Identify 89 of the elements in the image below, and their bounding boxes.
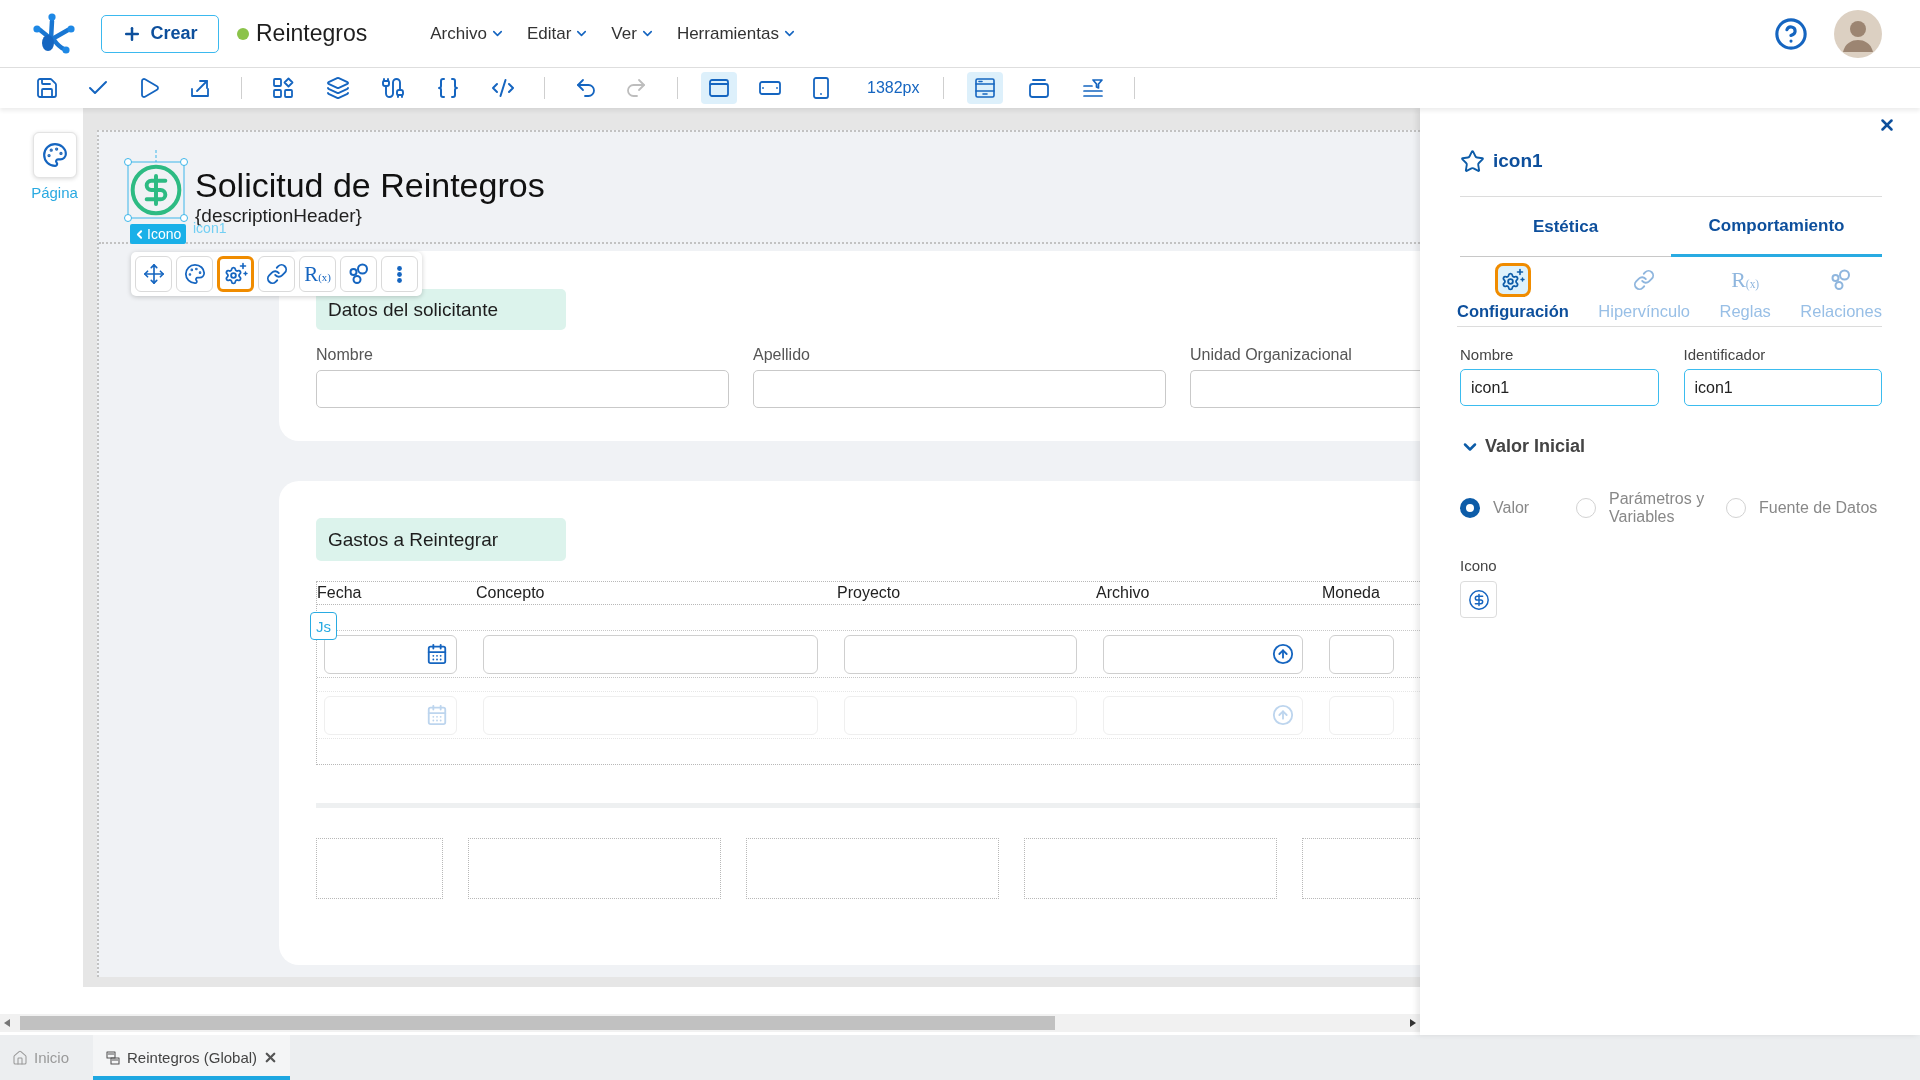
section-title: Datos del solicitante xyxy=(316,289,566,330)
document-tab[interactable]: Reintegros (Global) xyxy=(93,1035,291,1080)
scroll-right-icon[interactable] xyxy=(1410,1019,1416,1027)
selection-frame xyxy=(124,150,188,222)
layout-panel-button[interactable] xyxy=(966,72,1003,104)
radio-label: Valor xyxy=(1493,499,1530,517)
column-header: Archivo xyxy=(1096,584,1151,602)
input-field[interactable] xyxy=(753,370,1166,408)
menu-button[interactable]: Editar xyxy=(526,23,590,44)
field-label: Icono xyxy=(1460,557,1498,575)
field-label: Nombre xyxy=(316,346,374,364)
input-field[interactable] xyxy=(844,634,1077,674)
radio-button[interactable] xyxy=(1460,498,1480,518)
field-label: Identificador xyxy=(1683,346,1767,364)
more-icon xyxy=(397,265,402,283)
redo-icon xyxy=(624,76,648,100)
icon-picker[interactable] xyxy=(1460,581,1497,618)
input-field[interactable] xyxy=(483,634,818,674)
panel-tab[interactable]: Estética xyxy=(1460,197,1671,257)
braces-icon xyxy=(436,76,460,100)
field-label: Nombre xyxy=(1460,346,1515,364)
link-icon xyxy=(265,263,288,285)
palette-icon xyxy=(183,263,206,285)
text-input[interactable]: icon1 xyxy=(1460,369,1659,406)
cable-icon xyxy=(381,76,405,100)
close-button[interactable] xyxy=(1878,116,1896,134)
menu-button[interactable]: Herramientas xyxy=(676,23,797,44)
form-title: Solicitud de Reintegros xyxy=(195,165,545,205)
help-button[interactable] xyxy=(1774,16,1808,51)
input-field[interactable] xyxy=(1329,634,1394,674)
field-label: Apellido xyxy=(753,346,811,364)
more-button[interactable] xyxy=(381,256,418,292)
link-button[interactable] xyxy=(258,256,295,292)
scroll-left-icon[interactable] xyxy=(4,1019,10,1027)
home-icon xyxy=(12,1049,28,1066)
window-icon xyxy=(1026,76,1051,100)
avatar-icon[interactable] xyxy=(1834,9,1882,58)
date-field[interactable] xyxy=(324,634,457,674)
canvas-width-label: 1382px xyxy=(867,79,920,97)
field-label: Unidad Organizacional xyxy=(1190,346,1353,364)
column-header: Moneda xyxy=(1322,584,1381,602)
star-icon xyxy=(1460,148,1485,174)
calendar-icon xyxy=(426,704,448,726)
layers-icon xyxy=(326,76,350,100)
text-input[interactable]: icon1 xyxy=(1683,369,1882,406)
code-icon xyxy=(491,76,515,100)
upload-icon xyxy=(1272,704,1294,726)
monitor-icon xyxy=(707,76,731,100)
scrollbar-thumb[interactable] xyxy=(20,1016,1055,1030)
column-header: Proyecto xyxy=(837,584,902,602)
column-header: Fecha xyxy=(317,584,363,602)
file-field[interactable] xyxy=(1103,634,1303,674)
menu-button[interactable]: Ver xyxy=(611,23,655,44)
close-icon xyxy=(1878,116,1896,134)
column-header: Concepto xyxy=(476,584,546,602)
funnel-lines-icon xyxy=(1080,76,1105,100)
status-dot-icon xyxy=(237,27,249,40)
logo-icon[interactable] xyxy=(31,11,77,56)
help-icon xyxy=(1774,16,1808,51)
section-toggle[interactable]: Valor Inicial xyxy=(1460,436,1586,457)
shapes-grid-icon xyxy=(271,76,295,100)
configuration-tab[interactable]: Configuración xyxy=(1457,263,1569,326)
relations-button[interactable] xyxy=(340,256,377,292)
menu-button[interactable]: Archivo xyxy=(430,23,505,44)
style-button[interactable] xyxy=(176,256,213,292)
palette-icon xyxy=(41,142,68,168)
panel-title: icon1 xyxy=(1493,150,1543,172)
panel-tab[interactable]: Comportamiento xyxy=(1671,197,1882,257)
upload-icon xyxy=(1272,643,1294,665)
radio-label: Fuente de Datos xyxy=(1759,499,1878,517)
create-button[interactable]: Crear xyxy=(101,14,219,53)
dollar-circle-icon xyxy=(1467,588,1490,611)
input-field[interactable] xyxy=(1190,370,1420,408)
app-name: Reintegros xyxy=(256,20,368,47)
gear-icon xyxy=(1494,263,1531,297)
move-button[interactable] xyxy=(135,256,172,292)
undo-icon xyxy=(574,76,598,100)
layout-icon xyxy=(972,76,997,100)
config-button[interactable] xyxy=(217,256,254,292)
section-title: Gastos a Reintegrar xyxy=(316,518,566,561)
move-arrows-icon xyxy=(142,263,165,285)
input-field[interactable] xyxy=(316,370,729,408)
page-style-button[interactable] xyxy=(32,132,77,178)
desktop-view-button[interactable] xyxy=(701,72,737,104)
calendar-icon xyxy=(426,643,448,665)
gear-icon xyxy=(223,262,248,286)
rail-label: Página xyxy=(31,184,78,201)
radio-label: Parámetros y Variables xyxy=(1609,490,1706,526)
form-icon xyxy=(105,1049,122,1066)
